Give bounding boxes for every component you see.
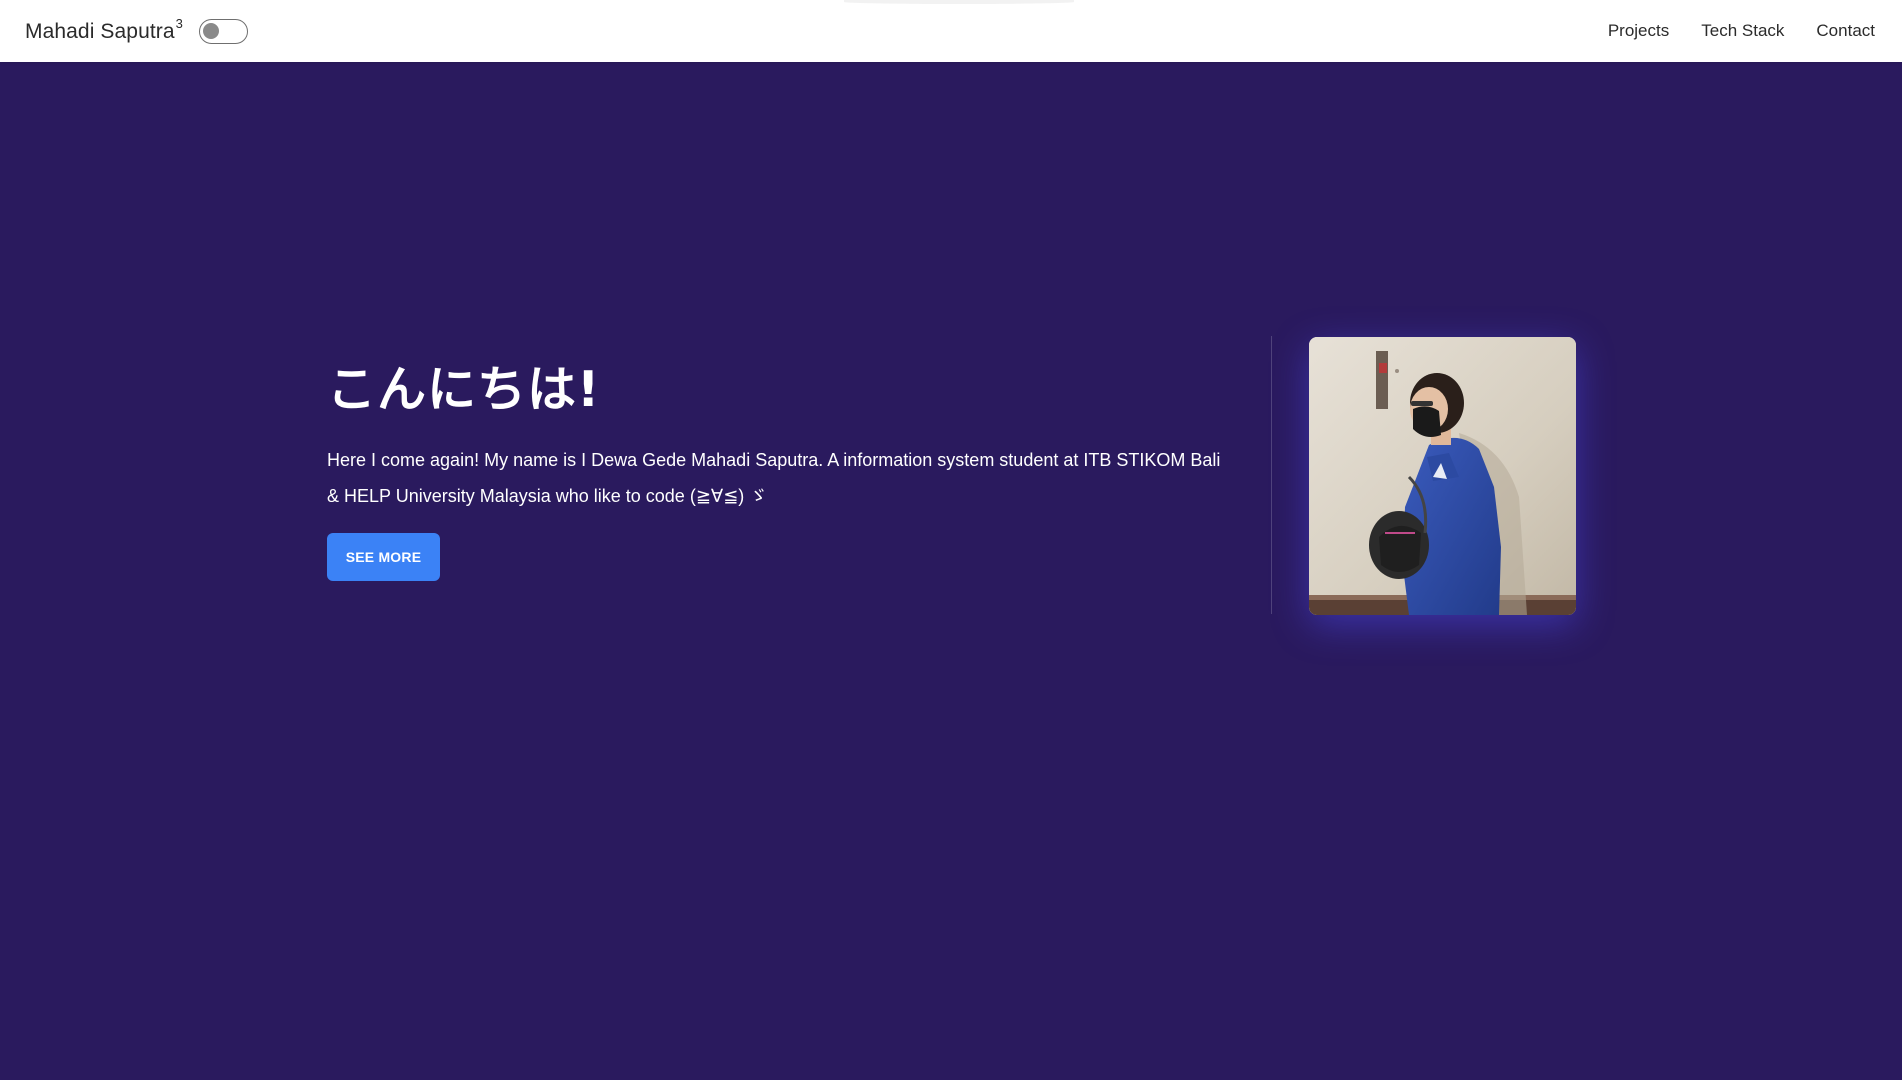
- nav-link-contact[interactable]: Contact: [1816, 21, 1875, 41]
- vertical-divider: [1271, 336, 1272, 614]
- profile-photo: [1309, 337, 1576, 615]
- nav-links: Projects Tech Stack Contact: [1576, 21, 1875, 41]
- theme-toggle[interactable]: [199, 18, 249, 44]
- see-more-button[interactable]: SEE MORE: [327, 533, 440, 581]
- brand-superscript: 3: [175, 16, 184, 31]
- hero-intro: Here I come again! My name is I Dewa Ged…: [327, 450, 1221, 506]
- toggle-knob: [203, 22, 220, 39]
- profile-photo-illustration: [1309, 337, 1576, 615]
- nav-left: Mahadi Saputra3: [25, 16, 249, 44]
- brand-logo-link[interactable]: Mahadi Saputra3: [25, 16, 184, 44]
- top-tab-shadow: [844, 0, 1074, 4]
- hero-greeting: こんにちは!: [327, 361, 601, 418]
- nav-link-tech-stack[interactable]: Tech Stack: [1701, 21, 1784, 41]
- brand-name: Mahadi Saputra: [25, 20, 175, 43]
- nav-link-projects[interactable]: Projects: [1608, 21, 1669, 41]
- top-navbar: Mahadi Saputra3 Projects Tech Stack Cont…: [0, 0, 1902, 62]
- hero-text: こんにちは! Here I come again! My name is I D…: [327, 365, 1227, 581]
